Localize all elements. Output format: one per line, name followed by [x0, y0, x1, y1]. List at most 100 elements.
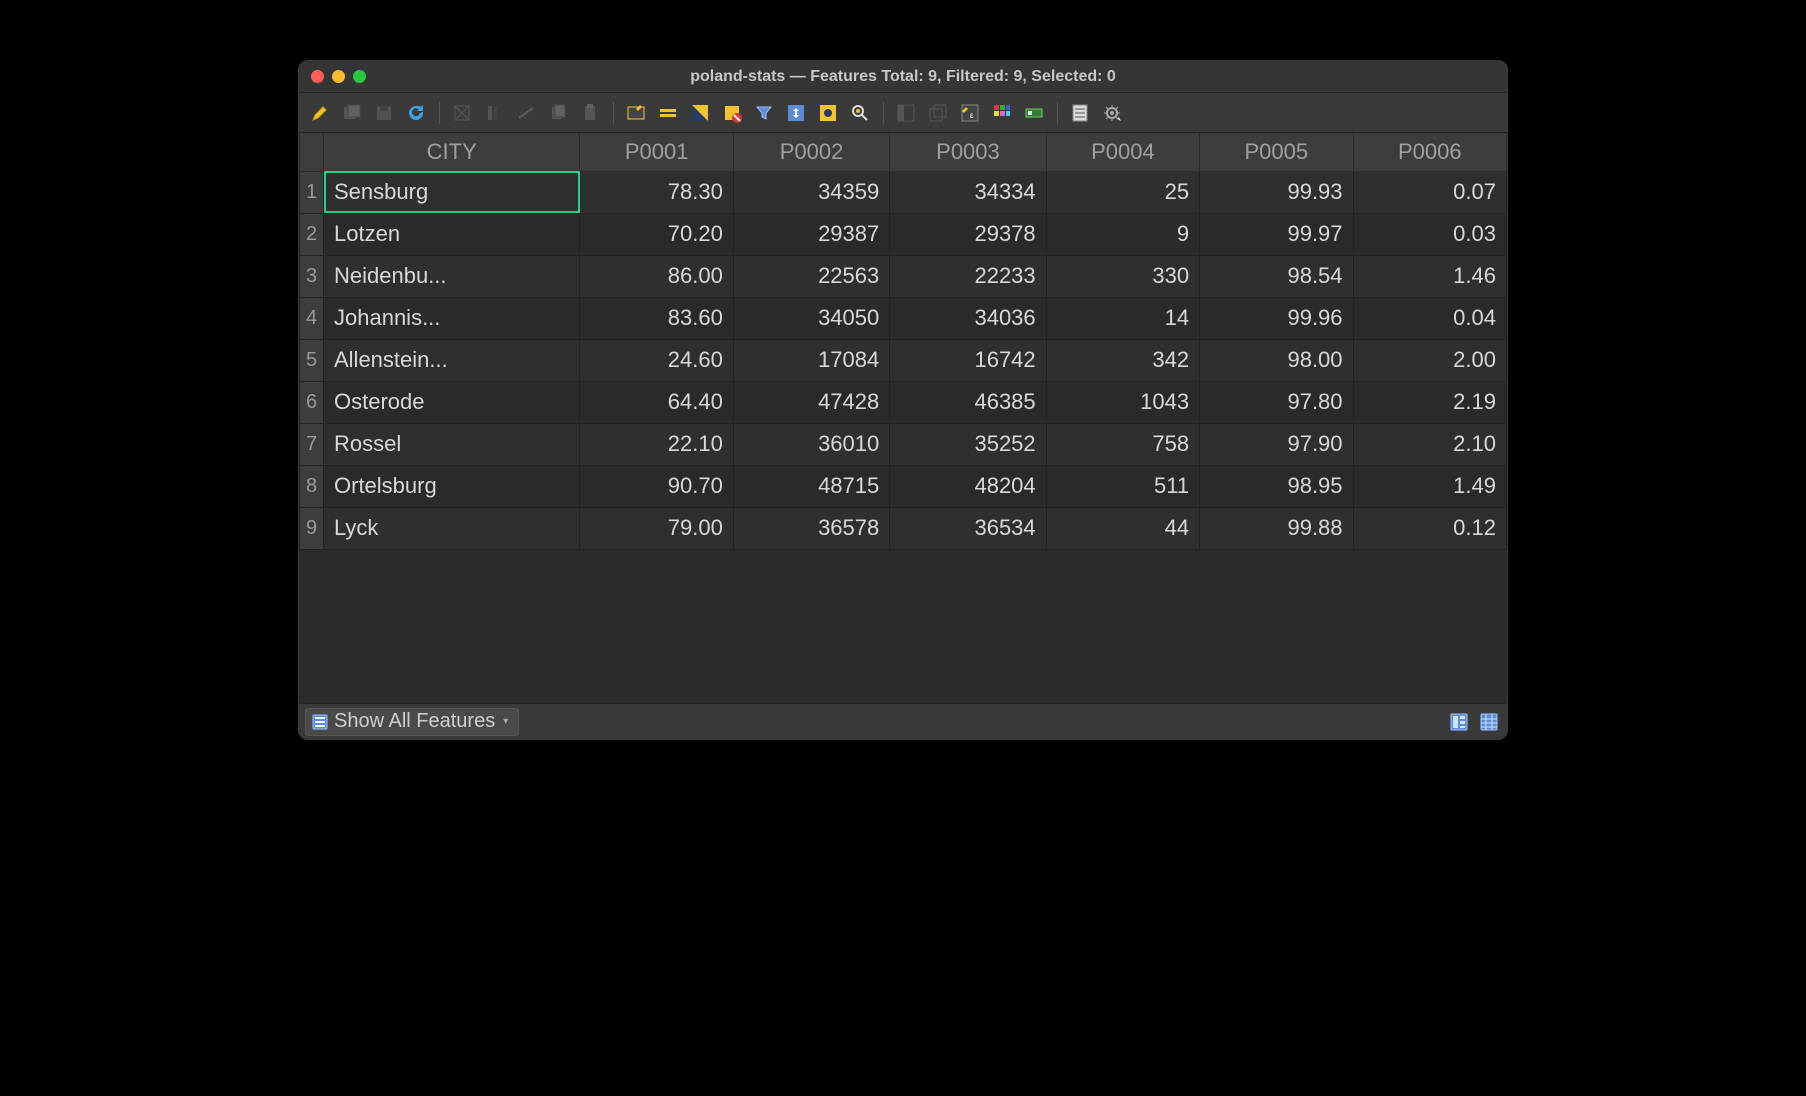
cell-p0006[interactable]: 2.00	[1353, 339, 1506, 381]
cell-p0001[interactable]: 78.30	[580, 171, 733, 213]
table-row[interactable]: 4Johannis...83.6034050340361499.960.04	[300, 297, 1507, 339]
row-number[interactable]: 6	[300, 381, 324, 423]
row-number-header[interactable]	[300, 133, 324, 171]
table-viewport[interactable]: CITYP0001P0002P0003P0004P0005P0006 1Sens…	[299, 133, 1507, 703]
cell-p0005[interactable]: 98.54	[1200, 255, 1353, 297]
cell-p0006[interactable]: 0.03	[1353, 213, 1506, 255]
cell-p0002[interactable]: 34359	[733, 171, 889, 213]
cell-p0003[interactable]: 16742	[890, 339, 1046, 381]
cell-p0005[interactable]: 98.95	[1200, 465, 1353, 507]
row-number[interactable]: 3	[300, 255, 324, 297]
close-window-button[interactable]	[311, 70, 324, 83]
row-number[interactable]: 1	[300, 171, 324, 213]
cell-p0004[interactable]: 9	[1046, 213, 1199, 255]
cell-p0006[interactable]: 0.12	[1353, 507, 1506, 549]
table-row[interactable]: 9Lyck79.0036578365344499.880.12	[300, 507, 1507, 549]
cell-p0003[interactable]: 34036	[890, 297, 1046, 339]
cell-p0001[interactable]: 79.00	[580, 507, 733, 549]
cell-p0003[interactable]: 29378	[890, 213, 1046, 255]
cell-p0002[interactable]: 48715	[733, 465, 889, 507]
cell-p0004[interactable]: 44	[1046, 507, 1199, 549]
cell-p0002[interactable]: 36578	[733, 507, 889, 549]
cell-p0002[interactable]: 22563	[733, 255, 889, 297]
table-row[interactable]: 2Lotzen70.202938729378999.970.03	[300, 213, 1507, 255]
cell-p0003[interactable]: 46385	[890, 381, 1046, 423]
zoom-to-icon[interactable]	[845, 98, 875, 128]
equals-icon[interactable]	[653, 98, 683, 128]
cell-p0001[interactable]: 86.00	[580, 255, 733, 297]
table-row[interactable]: 6Osterode64.404742846385104397.802.19	[300, 381, 1507, 423]
cell-p0005[interactable]: 97.80	[1200, 381, 1353, 423]
cell-city[interactable]: Lotzen	[324, 213, 580, 255]
cell-p0006[interactable]: 0.04	[1353, 297, 1506, 339]
row-number[interactable]: 7	[300, 423, 324, 465]
cell-city[interactable]: Allenstein...	[324, 339, 580, 381]
cell-city[interactable]: Sensburg	[324, 171, 580, 213]
cell-p0001[interactable]: 83.60	[580, 297, 733, 339]
cell-p0002[interactable]: 36010	[733, 423, 889, 465]
highlight-icon[interactable]	[813, 98, 843, 128]
cell-p0006[interactable]: 2.19	[1353, 381, 1506, 423]
cell-p0004[interactable]: 14	[1046, 297, 1199, 339]
column-header-p0006[interactable]: P0006	[1353, 133, 1506, 171]
pan-to-icon[interactable]	[781, 98, 811, 128]
cell-p0001[interactable]: 90.70	[580, 465, 733, 507]
cell-p0003[interactable]: 35252	[890, 423, 1046, 465]
row-number[interactable]: 8	[300, 465, 324, 507]
table-row[interactable]: 8Ortelsburg90.70487154820451198.951.49	[300, 465, 1507, 507]
row-number[interactable]: 4	[300, 297, 324, 339]
cell-city[interactable]: Neidenbu...	[324, 255, 580, 297]
column-header-city[interactable]: CITY	[324, 133, 580, 171]
cell-p0001[interactable]: 64.40	[580, 381, 733, 423]
cell-p0002[interactable]: 29387	[733, 213, 889, 255]
cell-p0005[interactable]: 99.88	[1200, 507, 1353, 549]
cell-p0004[interactable]: 330	[1046, 255, 1199, 297]
column-header-p0002[interactable]: P0002	[733, 133, 889, 171]
cell-city[interactable]: Osterode	[324, 381, 580, 423]
cell-p0003[interactable]: 48204	[890, 465, 1046, 507]
filter-icon[interactable]	[749, 98, 779, 128]
conditional-format-icon[interactable]	[987, 98, 1017, 128]
cell-p0006[interactable]: 1.49	[1353, 465, 1506, 507]
cell-p0001[interactable]: 24.60	[580, 339, 733, 381]
cell-city[interactable]: Ortelsburg	[324, 465, 580, 507]
deselect-icon[interactable]	[717, 98, 747, 128]
cell-city[interactable]: Lyck	[324, 507, 580, 549]
settings-icon[interactable]	[1097, 98, 1127, 128]
cell-p0002[interactable]: 17084	[733, 339, 889, 381]
cell-city[interactable]: Johannis...	[324, 297, 580, 339]
refresh-icon[interactable]	[401, 98, 431, 128]
table-row[interactable]: 7Rossel22.10360103525275897.902.10	[300, 423, 1507, 465]
cell-p0006[interactable]: 0.07	[1353, 171, 1506, 213]
pencil-icon[interactable]	[305, 98, 335, 128]
row-number[interactable]: 2	[300, 213, 324, 255]
row-number[interactable]: 9	[300, 507, 324, 549]
cell-p0006[interactable]: 1.46	[1353, 255, 1506, 297]
cell-p0004[interactable]: 758	[1046, 423, 1199, 465]
maximize-window-button[interactable]	[353, 70, 366, 83]
cell-p0004[interactable]: 342	[1046, 339, 1199, 381]
cell-p0005[interactable]: 99.93	[1200, 171, 1353, 213]
cell-p0006[interactable]: 2.10	[1353, 423, 1506, 465]
cell-p0005[interactable]: 98.00	[1200, 339, 1353, 381]
cell-p0003[interactable]: 22233	[890, 255, 1046, 297]
column-header-p0005[interactable]: P0005	[1200, 133, 1353, 171]
invert-icon[interactable]	[685, 98, 715, 128]
show-all-features-dropdown[interactable]: Show All Features ▾	[305, 708, 519, 736]
cell-p0005[interactable]: 99.97	[1200, 213, 1353, 255]
cell-p0001[interactable]: 22.10	[580, 423, 733, 465]
cell-p0005[interactable]: 97.90	[1200, 423, 1353, 465]
form-icon[interactable]	[1065, 98, 1095, 128]
cell-p0004[interactable]: 511	[1046, 465, 1199, 507]
cell-p0002[interactable]: 47428	[733, 381, 889, 423]
column-header-p0004[interactable]: P0004	[1046, 133, 1199, 171]
cell-p0001[interactable]: 70.20	[580, 213, 733, 255]
column-header-p0001[interactable]: P0001	[580, 133, 733, 171]
table-row[interactable]: 1Sensburg78.3034359343342599.930.07	[300, 171, 1507, 213]
cell-p0003[interactable]: 34334	[890, 171, 1046, 213]
cell-p0004[interactable]: 1043	[1046, 381, 1199, 423]
column-header-p0003[interactable]: P0003	[890, 133, 1046, 171]
minimize-window-button[interactable]	[332, 70, 345, 83]
row-number[interactable]: 5	[300, 339, 324, 381]
cell-p0004[interactable]: 25	[1046, 171, 1199, 213]
